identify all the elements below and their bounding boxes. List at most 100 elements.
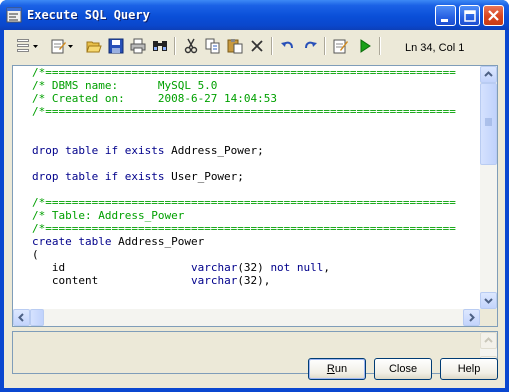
sql-text: (32), bbox=[237, 274, 271, 287]
cursor-position: Ln 34, Col 1 bbox=[405, 42, 465, 54]
run-icon bbox=[360, 39, 371, 53]
execute-sql-query-window: Execute SQL Query Ln 34, Col 1 /*=======… bbox=[0, 0, 509, 392]
save-icon bbox=[108, 38, 124, 54]
find-button[interactable] bbox=[149, 36, 171, 56]
edit-with-button[interactable] bbox=[330, 36, 352, 56]
sql-comment: /*======================================… bbox=[32, 196, 456, 209]
paste-icon bbox=[227, 39, 243, 54]
code-line: /*======================================… bbox=[32, 66, 480, 79]
delete-button[interactable] bbox=[246, 36, 268, 56]
title-bar[interactable]: Execute SQL Query bbox=[0, 0, 509, 30]
sql-text: User_Power; bbox=[171, 170, 244, 183]
sql-text: id bbox=[32, 261, 191, 274]
sql-text: content bbox=[32, 274, 191, 287]
code-line: /*======================================… bbox=[32, 222, 480, 235]
edit-icon bbox=[51, 39, 73, 54]
code-line: /*======================================… bbox=[32, 105, 480, 118]
code-line: /* DBMS name: MySQL 5.0 bbox=[32, 79, 480, 92]
undo-button[interactable] bbox=[277, 36, 299, 56]
sql-keyword: drop table if exists bbox=[32, 144, 172, 157]
vertical-scroll-thumb[interactable] bbox=[480, 83, 497, 165]
toolbar-separator bbox=[379, 37, 381, 55]
toolbar-separator bbox=[271, 37, 273, 55]
sql-comment: /* Created on: 2008-6-27 14:04:53 bbox=[32, 92, 278, 105]
chevron-left-icon bbox=[18, 313, 24, 322]
code-line: drop table if exists Address_Power; bbox=[32, 144, 480, 157]
redo-icon bbox=[305, 41, 317, 49]
scroll-left-button[interactable] bbox=[13, 309, 30, 326]
scrollbar-corner bbox=[480, 309, 497, 326]
paste-button[interactable] bbox=[224, 36, 246, 56]
scroll-up-button[interactable] bbox=[480, 66, 497, 83]
toolbar-separator bbox=[324, 37, 326, 55]
sql-text: ( bbox=[32, 248, 39, 261]
code-line: /* Table: Address_Power bbox=[32, 209, 480, 222]
cut-button[interactable] bbox=[180, 36, 202, 56]
sql-icon bbox=[17, 39, 38, 52]
code-line: content varchar(32), bbox=[32, 274, 480, 287]
sql-editor[interactable]: /*======================================… bbox=[12, 65, 498, 327]
sql-text: Address_Power bbox=[118, 235, 205, 248]
sql-comment: /*======================================… bbox=[32, 66, 456, 79]
sql-keyword: varchar bbox=[190, 274, 238, 287]
help-button[interactable]: Help bbox=[440, 358, 498, 380]
toolbar: Ln 34, Col 1 bbox=[4, 33, 505, 59]
scroll-right-button[interactable] bbox=[463, 309, 480, 326]
code-line: create table Address_Power bbox=[32, 235, 480, 248]
toolbar-separator bbox=[174, 37, 176, 55]
maximize-icon bbox=[464, 10, 476, 22]
scroll-down-button[interactable] bbox=[480, 292, 497, 309]
close-window-button[interactable] bbox=[483, 5, 504, 26]
redo-button[interactable] bbox=[299, 36, 321, 56]
maximize-button[interactable] bbox=[459, 5, 480, 26]
sql-keyword: drop table if exists bbox=[32, 170, 172, 183]
sql-keyword: create table bbox=[32, 235, 119, 248]
cut-icon bbox=[184, 38, 198, 54]
code-line: /* Created on: 2008-6-27 14:04:53 bbox=[32, 92, 480, 105]
horizontal-scroll-thumb[interactable] bbox=[30, 309, 44, 326]
code-line: /*======================================… bbox=[32, 196, 480, 209]
delete-icon bbox=[251, 40, 263, 52]
copy-icon bbox=[205, 38, 220, 54]
sql-editor-menu-button[interactable] bbox=[13, 36, 43, 56]
window-title: Execute SQL Query bbox=[27, 8, 150, 22]
print-button[interactable] bbox=[127, 36, 149, 56]
sql-comment: /*======================================… bbox=[32, 222, 456, 235]
horizontal-scrollbar[interactable] bbox=[13, 309, 480, 326]
sql-text: (32) bbox=[237, 261, 271, 274]
sql-comment: /* Table: Address_Power bbox=[32, 209, 185, 222]
code-line: ( bbox=[32, 248, 480, 261]
print-icon bbox=[130, 38, 146, 54]
sql-comment: /* DBMS name: MySQL 5.0 bbox=[32, 79, 218, 92]
vertical-scrollbar[interactable] bbox=[480, 66, 497, 309]
save-button[interactable] bbox=[105, 36, 127, 56]
chevron-down-icon bbox=[484, 298, 493, 304]
dialog-client-area: Ln 34, Col 1 /*=========================… bbox=[4, 30, 505, 388]
run-toolbar-button[interactable] bbox=[354, 36, 376, 56]
edit-menu-button[interactable] bbox=[48, 36, 78, 56]
sql-text: Address_Power; bbox=[171, 144, 264, 157]
code-line: drop table if exists User_Power; bbox=[32, 170, 480, 183]
minimize-button[interactable] bbox=[435, 5, 456, 26]
run-button[interactable]: Run bbox=[308, 358, 366, 380]
copy-button[interactable] bbox=[202, 36, 224, 56]
close-button[interactable]: Close bbox=[374, 358, 432, 380]
sql-text: , bbox=[323, 261, 331, 274]
grip-icon bbox=[485, 118, 492, 126]
open-button[interactable] bbox=[83, 36, 105, 56]
edit-with-icon bbox=[333, 39, 348, 54]
undo-icon bbox=[281, 41, 293, 49]
find-icon bbox=[153, 41, 167, 51]
open-folder-icon bbox=[86, 41, 102, 53]
minimize-icon bbox=[441, 19, 448, 22]
sql-keyword: not null bbox=[270, 261, 324, 274]
chevron-up-icon bbox=[484, 337, 493, 343]
sql-code-area[interactable]: /*======================================… bbox=[32, 66, 480, 308]
code-line: id varchar(32) not null, bbox=[32, 261, 480, 274]
sql-keyword: varchar bbox=[190, 261, 238, 274]
results-scroll-up-button bbox=[480, 332, 497, 349]
